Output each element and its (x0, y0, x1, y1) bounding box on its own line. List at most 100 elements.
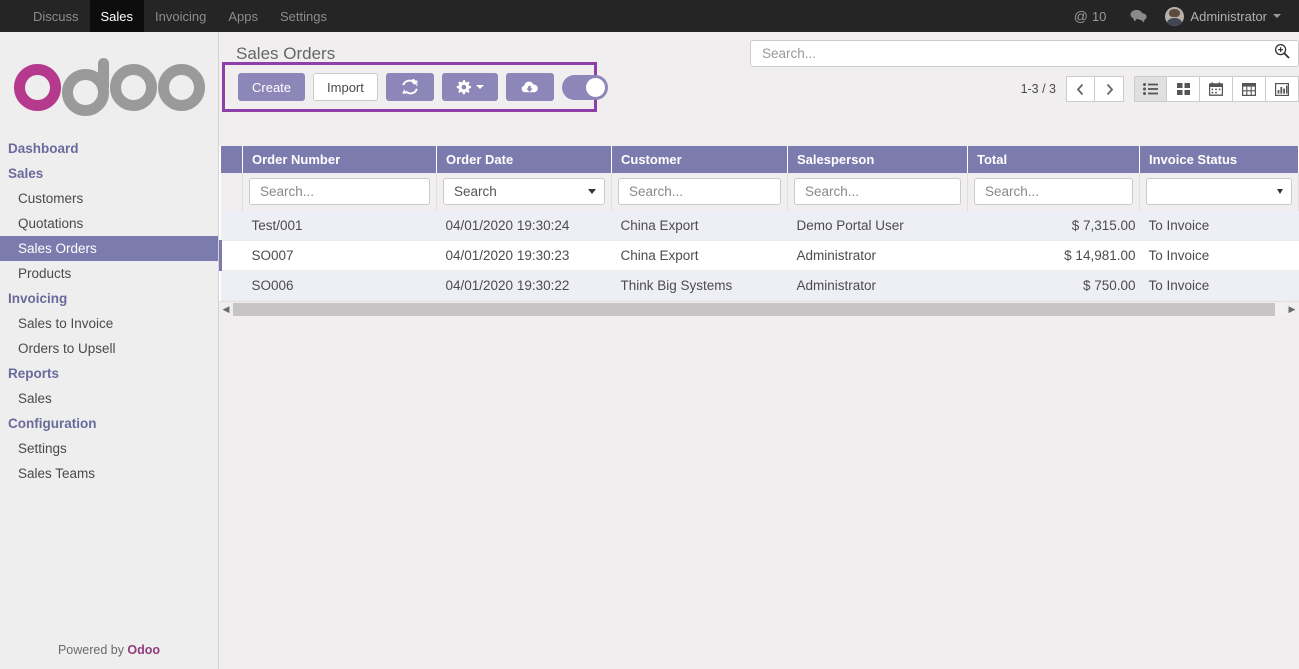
mode-toggle[interactable] (561, 74, 608, 100)
filter-select-invoice-status[interactable] (1146, 178, 1292, 205)
next-page-button[interactable] (1095, 76, 1124, 102)
sidebar-heading-reports: Reports (8, 366, 60, 381)
mentions-counter[interactable]: @ 10 (1064, 8, 1117, 24)
table-row[interactable]: SO007 04/01/2020 19:30:23 China Export A… (219, 240, 1299, 271)
filter-select-order-date[interactable]: Search (443, 178, 605, 205)
nav-label: Discuss (33, 8, 79, 24)
table-body: Test/001 04/01/2020 19:30:24 China Expor… (219, 211, 1299, 301)
sidebar-item-quotations[interactable]: Quotations (0, 211, 218, 236)
cell-order-number: SO006 (242, 270, 437, 301)
top-navbar: Discuss Sales Invoicing Apps Settings @ … (0, 0, 1299, 32)
search-input[interactable] (762, 46, 1274, 61)
view-switcher (1134, 76, 1299, 102)
filter-cell-invoice-status (1139, 173, 1299, 211)
table-row[interactable]: Test/001 04/01/2020 19:30:24 China Expor… (220, 211, 1299, 241)
main-content: Sales Orders Create Import Search... 1-3… (219, 32, 1299, 669)
graph-view-button[interactable] (1266, 76, 1299, 102)
filter-cell-order-date: Search (436, 173, 612, 211)
nav-item-sales[interactable]: Sales (89, 0, 145, 32)
avatar (1165, 6, 1185, 26)
sidebar-item-sales-orders[interactable]: Sales Orders (0, 236, 218, 261)
filter-input-order-number[interactable] (249, 178, 430, 205)
list-view-button[interactable] (1134, 76, 1167, 102)
sidebar-heading-sales: Sales (8, 166, 44, 181)
cell-customer: Think Big Systems (611, 270, 788, 301)
sidebar-heading-dashboard[interactable]: Dashboard (0, 136, 218, 161)
sales-orders-table: Order Number Order Date Customer Salespe… (219, 146, 1299, 316)
cell-order-date: 04/01/2020 19:30:23 (436, 240, 612, 271)
logo-letter-d (61, 58, 109, 116)
navbar-right: @ 10 Administrator (1064, 0, 1291, 32)
nav-item-discuss[interactable]: Discuss (22, 0, 90, 32)
cell-invoice-status: To Invoice (1139, 240, 1299, 271)
pager-label: 1-3 / 3 (1020, 82, 1056, 96)
row-select-cell[interactable] (219, 240, 243, 271)
calendar-view-button[interactable] (1200, 76, 1233, 102)
sidebar-item-sales-to-invoice[interactable]: Sales to Invoice (0, 311, 218, 336)
user-name: Administrator (1190, 8, 1267, 24)
pager-and-views: 1-3 / 3 (750, 76, 1299, 102)
column-header-invoice-status[interactable]: Invoice Status (1139, 146, 1299, 173)
scrollbar-thumb[interactable] (233, 302, 1275, 316)
import-button[interactable]: Import (313, 73, 378, 101)
nav-item-settings[interactable]: Settings (269, 0, 338, 32)
odoo-brand-link[interactable]: Odoo (127, 643, 160, 657)
sidebar-item-reports-sales[interactable]: Sales (0, 386, 218, 411)
search-zoom-in-icon[interactable] (1274, 43, 1290, 64)
chevron-down-icon (1277, 189, 1283, 194)
select-all-column[interactable] (220, 146, 243, 173)
row-select-cell[interactable] (220, 211, 243, 241)
powered-by-text: Powered by (57, 643, 128, 657)
horizontal-scrollbar[interactable]: ◀ ▶ (219, 301, 1299, 316)
sidebar-item-settings[interactable]: Settings (0, 436, 218, 461)
filter-input-salesperson[interactable] (794, 178, 961, 205)
nav-item-invoicing[interactable]: Invoicing (144, 0, 217, 32)
scroll-right-arrow-icon[interactable]: ▶ (1285, 304, 1299, 315)
pivot-view-button[interactable] (1233, 76, 1266, 102)
kanban-icon (1176, 83, 1190, 95)
settings-button[interactable] (441, 73, 498, 101)
logo-letter-o-2 (157, 63, 205, 111)
nav-label: Apps (228, 8, 258, 24)
cell-invoice-status: To Invoice (1139, 211, 1299, 241)
refresh-button[interactable] (385, 73, 434, 101)
download-button[interactable] (505, 73, 554, 101)
scroll-left-arrow-icon[interactable]: ◀ (219, 304, 233, 315)
odoo-logo[interactable] (0, 32, 218, 134)
nav-label: Sales (100, 8, 134, 24)
filter-cell-customer (611, 173, 788, 211)
odoo-logo-icon (13, 58, 205, 116)
chevron-right-icon (1106, 83, 1113, 95)
row-select-cell[interactable] (220, 270, 243, 301)
sidebar-item-customers[interactable]: Customers (0, 186, 218, 211)
powered-by-footer: Powered by Odoo (0, 635, 218, 669)
control-panel: Sales Orders Create Import Search... 1-3… (219, 32, 1299, 118)
sidebar-item-orders-to-upsell[interactable]: Orders to Upsell (0, 336, 218, 361)
refresh-icon (402, 79, 419, 95)
create-button[interactable]: Create (238, 73, 306, 101)
kanban-view-button[interactable] (1167, 76, 1200, 102)
sidebar-item-sales-teams[interactable]: Sales Teams (0, 461, 218, 486)
filter-input-total[interactable] (974, 178, 1133, 205)
search-box[interactable] (750, 40, 1299, 67)
cell-salesperson: Administrator (787, 270, 968, 301)
previous-page-button[interactable] (1066, 76, 1095, 102)
column-header-order-date[interactable]: Order Date (436, 146, 612, 173)
table-row[interactable]: SO006 04/01/2020 19:30:22 Think Big Syst… (220, 270, 1299, 301)
user-menu[interactable]: Administrator (1161, 6, 1291, 26)
column-header-order-number[interactable]: Order Number (242, 146, 437, 173)
column-header-customer[interactable]: Customer (611, 146, 788, 173)
toolbar-buttons: Create Import (238, 73, 608, 101)
filter-select-col (220, 173, 243, 211)
cell-order-date: 04/01/2020 19:30:24 (436, 211, 612, 241)
column-header-total[interactable]: Total (967, 146, 1140, 173)
nav-item-apps[interactable]: Apps (217, 0, 269, 32)
pager-nav (1066, 76, 1124, 102)
column-header-salesperson[interactable]: Salesperson (787, 146, 968, 173)
chat-bubble-icon[interactable] (1116, 9, 1161, 23)
filter-input-customer[interactable] (618, 178, 781, 205)
sidebar-heading-configuration: Configuration (8, 416, 97, 431)
nav-label: Settings (280, 8, 327, 24)
sidebar-item-products[interactable]: Products (0, 261, 218, 286)
scrollbar-track[interactable] (233, 302, 1285, 316)
